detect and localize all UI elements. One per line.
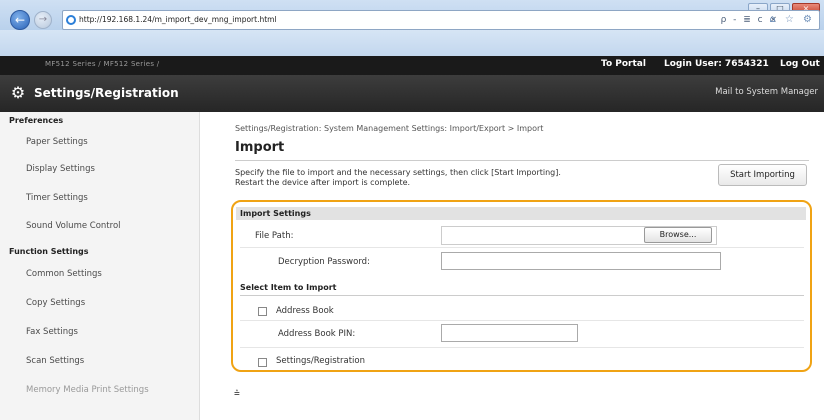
- page-description: Specify the file to import and the neces…: [235, 168, 561, 188]
- system-name: MF512 Series / MF512 Series /: [45, 60, 160, 68]
- back-button[interactable]: ←: [10, 10, 30, 30]
- sidebar-item-common-settings[interactable]: Common Settings: [26, 269, 102, 279]
- row-divider: [240, 320, 804, 321]
- sidebar-item-paper-settings[interactable]: Paper Settings: [26, 137, 88, 147]
- page-title: Import: [235, 140, 285, 155]
- app-top-strip: MF512 Series / MF512 Series / To Portal …: [0, 56, 824, 75]
- file-path-label: File Path:: [255, 231, 294, 241]
- sidebar-item-fax-settings[interactable]: Fax Settings: [26, 327, 78, 337]
- sidebar-heading-function-settings: Function Settings: [9, 247, 89, 256]
- address-book-label: Address Book: [276, 306, 334, 316]
- browse-button[interactable]: Browse...: [644, 227, 712, 243]
- app-title: Settings/Registration: [34, 86, 179, 100]
- ie-icon: [66, 15, 76, 25]
- settings-registration-label: Settings/Registration: [276, 356, 365, 366]
- import-settings-heading: Import Settings: [236, 207, 806, 220]
- address-bar[interactable]: http://192.168.1.24/m_import_dev_mng_imp…: [62, 10, 820, 30]
- forward-button[interactable]: →: [34, 11, 52, 29]
- decryption-password-label: Decryption Password:: [278, 257, 370, 267]
- sidebar-item-memory-media-print[interactable]: Memory Media Print Settings: [26, 385, 149, 395]
- browser-toolbar: [0, 30, 824, 56]
- description-line-1: Specify the file to import and the neces…: [235, 168, 561, 177]
- home-star-gear-icons[interactable]: ⌂ ☆ ⚙: [769, 11, 815, 29]
- sidebar-item-display-settings[interactable]: Display Settings: [26, 164, 95, 174]
- settings-gear-icon: ⚙: [10, 83, 26, 102]
- sidebar: Preferences Paper Settings Display Setti…: [0, 112, 200, 420]
- sidebar-heading-preferences: Preferences: [9, 116, 64, 125]
- to-portal-link[interactable]: To Portal: [601, 59, 646, 69]
- select-item-heading: Select Item to Import: [240, 283, 337, 292]
- settings-registration-checkbox[interactable]: [258, 358, 267, 367]
- description-line-2: Restart the device after import is compl…: [235, 178, 411, 187]
- sidebar-item-copy-settings[interactable]: Copy Settings: [26, 298, 85, 308]
- address-book-checkbox[interactable]: [258, 307, 267, 316]
- back-to-top-icon[interactable]: ⩮: [234, 388, 240, 399]
- arrow-right-icon: →: [38, 14, 48, 25]
- decryption-password-input[interactable]: [441, 252, 721, 270]
- address-book-pin-input[interactable]: [441, 324, 578, 342]
- sidebar-item-timer-settings[interactable]: Timer Settings: [26, 193, 88, 203]
- sidebar-item-sound-volume[interactable]: Sound Volume Control: [26, 221, 121, 231]
- breadcrumb: Settings/Registration: System Management…: [235, 124, 544, 133]
- title-divider: [235, 160, 809, 161]
- mail-to-system-manager-link[interactable]: Mail to System Manager: [715, 87, 818, 97]
- app-title-bar: ⚙ Settings/Registration Mail to System M…: [0, 75, 824, 112]
- row-divider: [240, 347, 804, 348]
- arrow-left-icon: ←: [14, 13, 26, 27]
- start-importing-button[interactable]: Start Importing: [718, 164, 807, 186]
- row-divider: [240, 247, 804, 248]
- logout-link[interactable]: Log Out: [780, 59, 820, 69]
- url-text: http://192.168.1.24/m_import_dev_mng_imp…: [79, 15, 277, 24]
- login-user: Login User: 7654321: [664, 59, 769, 69]
- address-book-pin-label: Address Book PIN:: [278, 329, 356, 339]
- sidebar-item-scan-settings[interactable]: Scan Settings: [26, 356, 84, 366]
- select-item-divider: [240, 295, 804, 296]
